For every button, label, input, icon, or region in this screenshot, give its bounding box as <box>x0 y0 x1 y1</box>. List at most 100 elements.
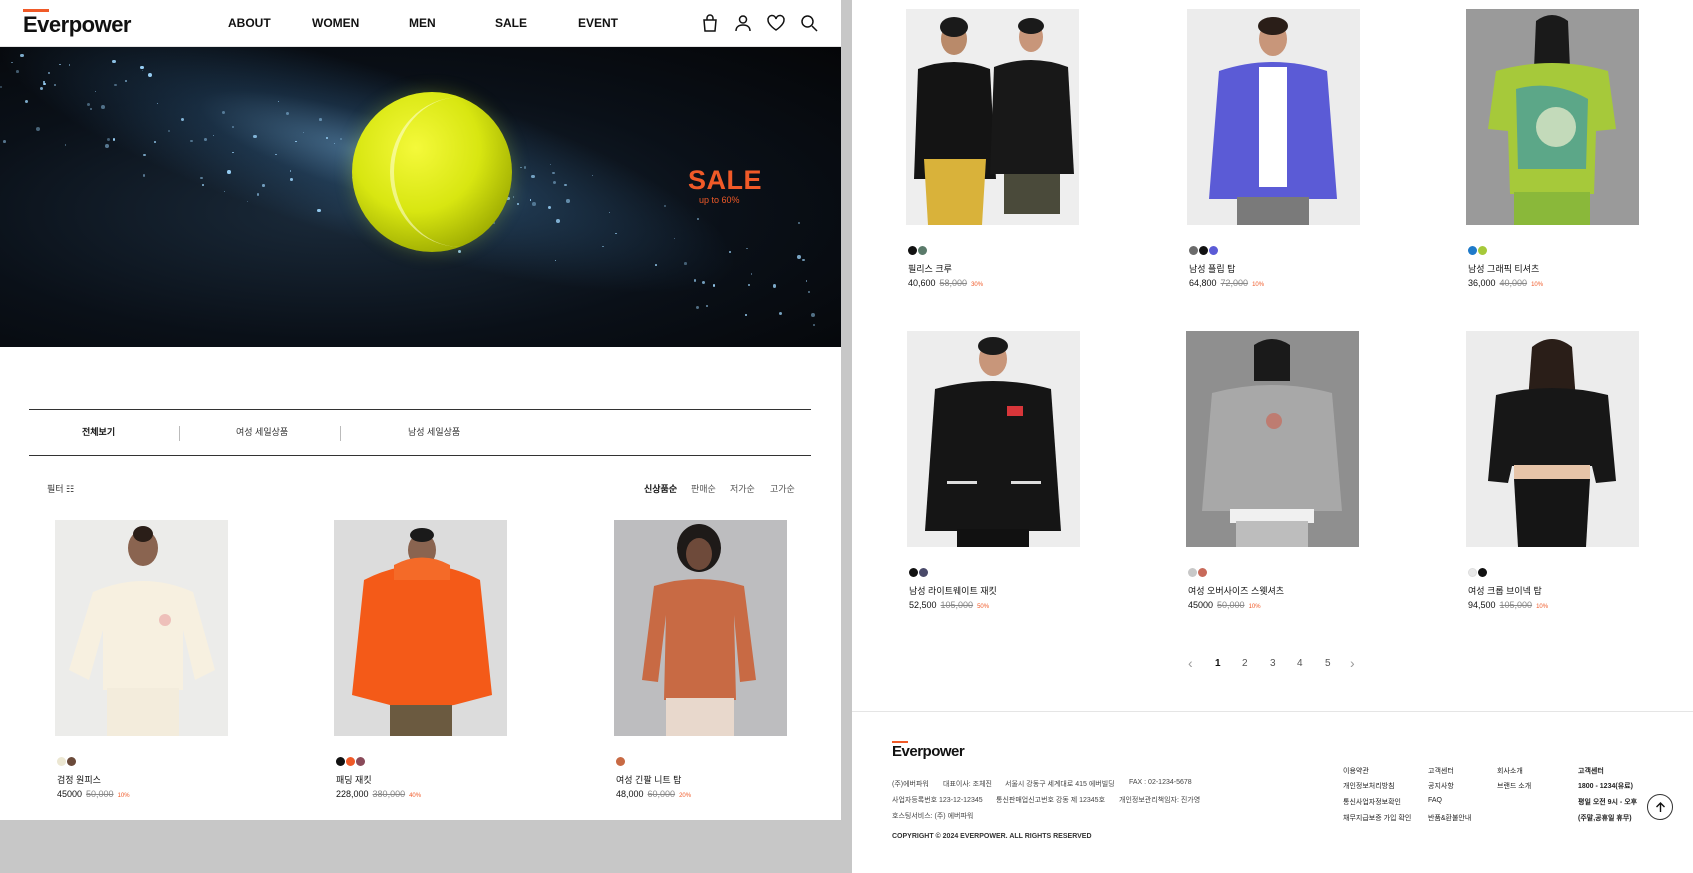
customer-center-hours: 평일 오전 9시 - 오후 <box>1578 799 1638 806</box>
brand-logo[interactable]: Everpower <box>23 9 132 38</box>
color-swatch[interactable] <box>1189 246 1198 255</box>
color-swatches <box>616 757 626 767</box>
heart-icon[interactable] <box>766 13 786 33</box>
footer-link[interactable]: 채무지급보증 가입 확인 <box>1343 813 1411 823</box>
droplet <box>16 69 20 73</box>
color-swatch[interactable] <box>919 568 928 577</box>
copyright: COPYRIGHT © 2024 EVERPOWER. ALL RIGHTS R… <box>892 833 1092 840</box>
footer-logo[interactable]: Everpower <box>892 741 965 760</box>
color-swatch[interactable] <box>1199 246 1208 255</box>
product-image[interactable] <box>1466 331 1639 547</box>
droplet <box>802 258 805 262</box>
sort-price-high[interactable]: 고가순 <box>770 482 795 495</box>
droplet <box>773 284 777 288</box>
product-name[interactable]: 여성 긴팔 니트 탑 <box>616 773 681 786</box>
shopping-bag-icon[interactable] <box>700 13 720 33</box>
nav-men[interactable]: MEN <box>409 16 436 30</box>
customer-center-phone: 1800 - 1234(유료) <box>1578 783 1633 790</box>
droplet <box>40 86 44 90</box>
color-swatch[interactable] <box>1188 568 1197 577</box>
product-image[interactable] <box>1187 9 1360 225</box>
droplet <box>457 249 461 253</box>
customer-center-holiday: (주말,공휴일 휴무) <box>1578 815 1632 822</box>
color-swatch[interactable] <box>616 757 625 766</box>
nav-about[interactable]: ABOUT <box>228 16 271 30</box>
product-image[interactable] <box>1466 9 1639 225</box>
color-swatch[interactable] <box>1198 568 1207 577</box>
color-swatch[interactable] <box>918 246 927 255</box>
sort-bestselling[interactable]: 판매순 <box>691 482 716 495</box>
color-swatches <box>909 568 929 578</box>
footer-link[interactable]: 통신사업자정보확인 <box>1343 797 1401 807</box>
product-name[interactable]: 검정 원피스 <box>57 773 101 786</box>
color-swatch[interactable] <box>57 757 66 766</box>
product-price: 45000 50,000 10% <box>1188 600 1261 610</box>
nav-event[interactable]: EVENT <box>578 16 618 30</box>
product-name[interactable]: 남성 그래픽 티셔츠 <box>1468 262 1539 275</box>
droplet <box>326 137 328 139</box>
product-name[interactable]: 여성 크롭 브이넥 탑 <box>1468 584 1542 597</box>
tab-women-sale[interactable]: 여성 세일상품 <box>236 425 288 438</box>
droplet <box>53 83 56 86</box>
pagination-page[interactable]: 3 <box>1270 658 1276 669</box>
color-swatches <box>57 757 77 767</box>
footer-link[interactable]: 개인정보처리방침 <box>1343 781 1395 791</box>
filter-button[interactable]: 필터 ☷ <box>47 482 74 495</box>
pagination-next[interactable]: › <box>1350 655 1355 671</box>
color-swatch[interactable] <box>1209 246 1218 255</box>
product-name[interactable]: 여성 오버사이즈 스웻셔츠 <box>1188 584 1284 597</box>
hero-banner[interactable]: SALE up to 60% <box>0 47 841 347</box>
product-price: 36,000 40,000 10% <box>1468 278 1544 288</box>
pagination-page[interactable]: 5 <box>1325 658 1331 669</box>
footer-link[interactable]: 고객센터 <box>1428 766 1454 776</box>
footer-link[interactable]: FAQ <box>1428 797 1442 804</box>
product-image[interactable] <box>907 331 1080 547</box>
pagination-page[interactable]: 1 <box>1215 658 1221 669</box>
sort-price-low[interactable]: 저가순 <box>730 482 755 495</box>
color-swatch[interactable] <box>908 246 917 255</box>
tab-all[interactable]: 전체보기 <box>82 425 115 438</box>
pagination-page[interactable]: 4 <box>1297 658 1303 669</box>
product-name[interactable]: 남성 라이트웨이트 재킷 <box>909 584 997 597</box>
product-name[interactable]: 패딩 재킷 <box>336 773 372 786</box>
droplet <box>221 110 226 115</box>
footer-link[interactable]: 반품&환불안내 <box>1428 813 1471 823</box>
footer-link[interactable]: 이용약관 <box>1343 766 1369 776</box>
color-swatch[interactable] <box>356 757 365 766</box>
color-swatch[interactable] <box>346 757 355 766</box>
color-swatch[interactable] <box>1468 246 1477 255</box>
nav-women[interactable]: WOMEN <box>312 16 359 30</box>
product-name[interactable]: 남성 플립 탑 <box>1189 262 1235 275</box>
color-swatch[interactable] <box>909 568 918 577</box>
product-image[interactable] <box>55 520 228 736</box>
product-name[interactable]: 필리스 크루 <box>908 262 952 275</box>
nav-sale[interactable]: SALE <box>495 16 527 30</box>
footer-link[interactable]: 공지사항 <box>1428 781 1454 791</box>
pagination-page[interactable]: 2 <box>1242 658 1248 669</box>
tab-divider <box>340 426 341 441</box>
color-swatch[interactable] <box>1478 246 1487 255</box>
user-icon[interactable] <box>733 13 753 33</box>
product-image[interactable] <box>334 520 507 736</box>
droplet <box>285 111 289 115</box>
footer-link[interactable]: 회사소개 <box>1497 766 1523 776</box>
color-swatches <box>1468 246 1488 256</box>
product-price: 48,000 60,000 20% <box>616 789 692 799</box>
color-swatch[interactable] <box>1468 568 1477 577</box>
color-swatch[interactable] <box>67 757 76 766</box>
tennis-ball-image <box>352 92 512 252</box>
product-image[interactable] <box>906 9 1079 225</box>
product-image[interactable] <box>614 520 787 736</box>
color-swatch[interactable] <box>336 757 345 766</box>
tab-men-sale[interactable]: 남성 세일상품 <box>408 425 460 438</box>
color-swatch[interactable] <box>1478 568 1487 577</box>
search-icon[interactable] <box>799 13 819 33</box>
scroll-to-top-button[interactable] <box>1647 794 1673 820</box>
pagination-prev[interactable]: ‹ <box>1188 655 1193 671</box>
business-number: 사업자등록번호 123-12-12345 <box>892 797 983 804</box>
sort-newest[interactable]: 신상품순 <box>644 482 677 495</box>
droplet <box>805 280 808 282</box>
product-image[interactable] <box>1186 331 1359 547</box>
footer-link[interactable]: 브랜드 소개 <box>1497 781 1531 791</box>
arrow-up-icon <box>1656 802 1665 812</box>
